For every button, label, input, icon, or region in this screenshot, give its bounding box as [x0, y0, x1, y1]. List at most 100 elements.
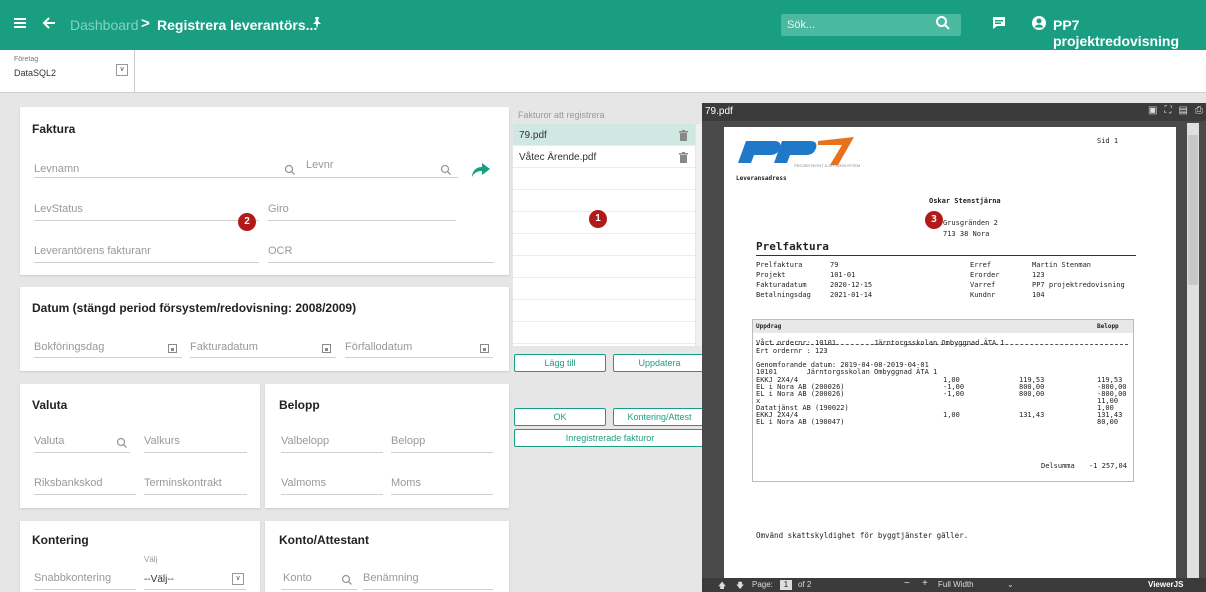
faktura-panel: Faktura Levnamn Levnr LevStatus Giro 2 L… — [20, 107, 509, 275]
fakturadatum-field[interactable]: Fakturadatum — [190, 341, 258, 353]
divider — [144, 494, 247, 495]
arrow-down-icon[interactable]: 🡇 — [736, 580, 744, 592]
scrollbar-thumb[interactable] — [1188, 135, 1198, 285]
valkurs-field[interactable]: Valkurs — [144, 435, 180, 447]
meta-value: Martin Stenman — [1032, 261, 1092, 269]
delsumma-value: -1 257,04 — [1089, 462, 1127, 470]
table-cell-sum: 80,00 — [1097, 418, 1119, 426]
divider — [281, 452, 383, 453]
trash-icon[interactable] — [679, 150, 688, 168]
page-input[interactable]: 1 — [780, 580, 792, 590]
valmoms-field[interactable]: Valmoms — [281, 477, 326, 489]
invoice-name: Våtec Ärende.pdf — [519, 152, 597, 163]
list-item-empty — [513, 234, 695, 256]
valbelopp-field[interactable]: Valbelopp — [281, 435, 329, 447]
uppdatera-button[interactable]: Uppdatera — [613, 354, 706, 372]
divider — [34, 589, 136, 590]
valj-label: Välj — [144, 555, 158, 564]
divider — [34, 357, 182, 358]
list-item[interactable]: Våtec Ärende.pdf — [513, 146, 695, 168]
calendar-icon[interactable] — [480, 344, 489, 353]
zoom-in-icon[interactable]: + — [922, 578, 928, 589]
divider — [391, 494, 493, 495]
page-total: of 2 — [798, 580, 812, 589]
search-icon[interactable] — [935, 15, 951, 36]
zoom-select[interactable]: Full Width — [938, 580, 974, 589]
meta-value: 79 — [830, 261, 839, 269]
divider — [134, 50, 135, 93]
meta-label: Erorder — [970, 271, 1000, 279]
divider — [34, 452, 130, 453]
belopp-field[interactable]: Belopp — [391, 435, 425, 447]
levnamn-field[interactable]: Levnamn — [34, 163, 79, 175]
snabbkontering-field[interactable]: Snabbkontering — [34, 572, 111, 584]
company-value[interactable]: DataSQL2 — [14, 68, 56, 78]
chevron-down-icon[interactable]: ∨ — [232, 573, 244, 585]
benamning-field[interactable]: Benämning — [363, 572, 419, 584]
delsumma-label: Delsumma — [1041, 462, 1075, 470]
valj-select[interactable]: --Välj-- — [144, 574, 174, 585]
levstatus-field[interactable]: LevStatus — [34, 203, 83, 215]
search-icon[interactable] — [284, 163, 296, 181]
divider — [144, 452, 247, 453]
divider — [268, 220, 456, 221]
hamburger-icon[interactable] — [13, 16, 27, 35]
arrow-left-icon[interactable] — [42, 16, 56, 35]
datum-title: Datum (stängd period försystem/redovisni… — [32, 301, 357, 315]
meta-label: Prelfaktura — [756, 261, 803, 269]
share-arrow-icon[interactable] — [471, 162, 491, 183]
giro-field[interactable]: Giro — [268, 203, 289, 215]
lagg-till-button[interactable]: Lägg till — [514, 354, 606, 372]
list-item-empty — [513, 190, 695, 212]
list-item-empty — [513, 300, 695, 322]
pdf-page: Sid 1 PROJEKTKONT & AFFÄRSSYSTEM Leveran… — [724, 127, 1176, 582]
konto-attestant-panel: Konto/Attestant Konto Benämning — [265, 521, 509, 592]
chevron-down-icon[interactable]: ∨ — [116, 64, 128, 76]
user-icon[interactable] — [1031, 15, 1047, 36]
breadcrumb-dashboard[interactable]: Dashboard — [70, 17, 139, 33]
pdf-filename: 79.pdf — [705, 106, 733, 117]
inregistrerade-fakturor-button[interactable]: Inregistrerade fakturor — [514, 429, 706, 447]
meta-value: 2021-01-14 — [830, 291, 873, 299]
leveransadress-label: Leveransadress — [736, 175, 787, 182]
company-name[interactable]: PP7 projektredovisning — [1053, 17, 1206, 49]
chevron-down-icon[interactable]: ⌄ — [1007, 580, 1014, 589]
viewerjs-brand: ViewerJS — [1148, 580, 1184, 589]
list-item[interactable]: 79.pdf — [513, 124, 695, 146]
table-cell-desc: EL i Nora AB (190047) — [756, 418, 845, 426]
meta-value: PP7 projektredovisning — [1032, 281, 1125, 289]
moms-field[interactable]: Moms — [391, 477, 421, 489]
chat-icon[interactable] — [991, 15, 1007, 36]
trash-icon[interactable] — [679, 128, 688, 146]
company-label: Företag — [14, 56, 39, 63]
bokforingsdag-field[interactable]: Bokföringsdag — [34, 341, 104, 353]
search-input[interactable] — [781, 14, 931, 36]
arrow-up-icon[interactable]: 🡅 — [718, 580, 726, 592]
forfallodatum-field[interactable]: Förfallodatum — [345, 341, 412, 353]
pdf-tool-icons[interactable]: ▣⛶▤⎙ — [1148, 105, 1206, 116]
divider — [34, 177, 300, 178]
pdf-scrollbar[interactable] — [1187, 123, 1199, 578]
order-line: 10101 Järntorgsskolan Ombyggnad ÄTA 1 — [756, 368, 938, 376]
fakturanr-field[interactable]: Leverantörens fakturanr — [34, 245, 151, 257]
terminskontrakt-field[interactable]: Terminskontrakt — [144, 477, 222, 489]
valuta-field[interactable]: Valuta — [34, 435, 64, 447]
riksbankskod-field[interactable]: Riksbankskod — [34, 477, 102, 489]
zoom-out-icon[interactable]: − — [904, 578, 910, 589]
konto-field[interactable]: Konto — [283, 572, 312, 584]
svg-text:PROJEKTKONT & AFFÄRSSYSTEM: PROJEKTKONT & AFFÄRSSYSTEM — [794, 163, 860, 168]
calendar-icon[interactable] — [168, 344, 177, 353]
table-cell-qty: 1,00 — [943, 411, 960, 419]
valuta-title: Valuta — [32, 398, 68, 412]
list-item-empty — [513, 278, 695, 300]
ok-button[interactable]: OK — [514, 408, 606, 426]
meta-value: 123 — [1032, 271, 1045, 279]
calendar-icon[interactable] — [322, 344, 331, 353]
ocr-field[interactable]: OCR — [268, 245, 292, 257]
search-icon[interactable] — [440, 163, 452, 181]
levnr-field[interactable]: Levnr — [306, 159, 334, 171]
pin-icon[interactable] — [310, 16, 324, 33]
kontering-attest-button[interactable]: Kontering/Attest — [613, 408, 706, 426]
recipient-address2: 713 38 Nora — [943, 230, 990, 238]
kontering-panel: Kontering Välj Snabbkontering --Välj-- ∨ — [20, 521, 260, 592]
